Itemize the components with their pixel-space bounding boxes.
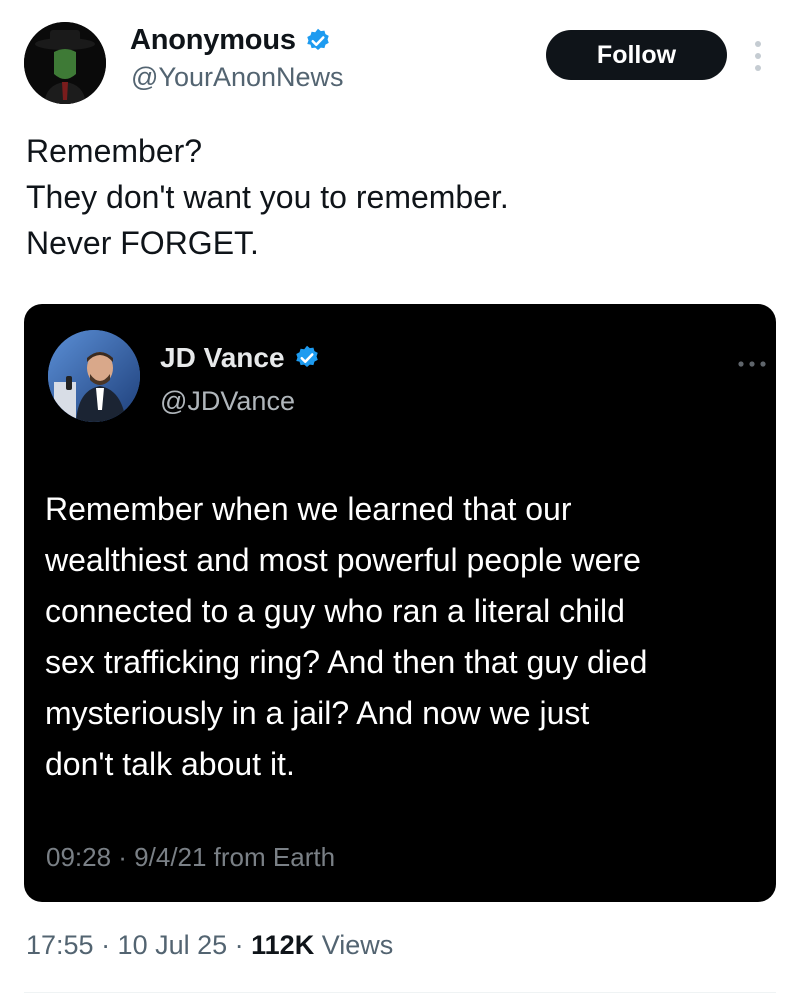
quoted-line: mysteriously in a jail? And now we just [45, 695, 590, 731]
tweet-text: Remember? They don't want you to remembe… [26, 128, 776, 266]
views-count: 112K [251, 930, 315, 960]
quoted-line: Remember when we learned that our [45, 491, 572, 527]
tweet-meta: 17:55 · 10 Jul 25 · 112K Views [26, 930, 393, 961]
more-options-icon[interactable] [750, 38, 766, 74]
author-handle[interactable]: @YourAnonNews [131, 62, 344, 93]
verified-badge-icon [293, 344, 321, 372]
tweet-line: They don't want you to remember. [26, 179, 509, 215]
quoted-display-name[interactable]: JD Vance [160, 342, 285, 374]
follow-button[interactable]: Follow [546, 30, 727, 80]
tweet-line: Never FORGET. [26, 225, 259, 261]
tweet-line: Remember? [26, 133, 203, 169]
quoted-tweet-text: Remember when we learned that our wealth… [45, 484, 765, 790]
quoted-name-row: JD Vance [160, 342, 321, 374]
quoted-line: don't talk about it. [45, 746, 295, 782]
quoted-author-avatar[interactable] [48, 330, 140, 422]
more-options-icon[interactable] [736, 356, 768, 367]
author-display-name[interactable]: Anonymous [130, 24, 296, 57]
quoted-handle[interactable]: @JDVance [160, 386, 295, 417]
quoted-line: connected to a guy who ran a literal chi… [45, 593, 625, 629]
quoted-timestamp[interactable]: 09:28 · 9/4/21 from Earth [46, 842, 335, 873]
tweet-timestamp[interactable]: 17:55 · 10 Jul 25 · [26, 930, 251, 960]
divider [24, 992, 776, 993]
quoted-line: wealthiest and most powerful people were [45, 542, 641, 578]
quoted-line: sex trafficking ring? And then that guy … [45, 644, 648, 680]
tweet-header: Anonymous @YourAnonNews Follow [0, 0, 800, 120]
views-label: Views [314, 930, 394, 960]
author-name-row: Anonymous [130, 24, 332, 57]
verified-badge-icon [304, 27, 332, 55]
author-avatar[interactable] [24, 22, 106, 104]
quoted-tweet-card[interactable]: JD Vance @JDVance Remember when we learn… [24, 304, 776, 902]
